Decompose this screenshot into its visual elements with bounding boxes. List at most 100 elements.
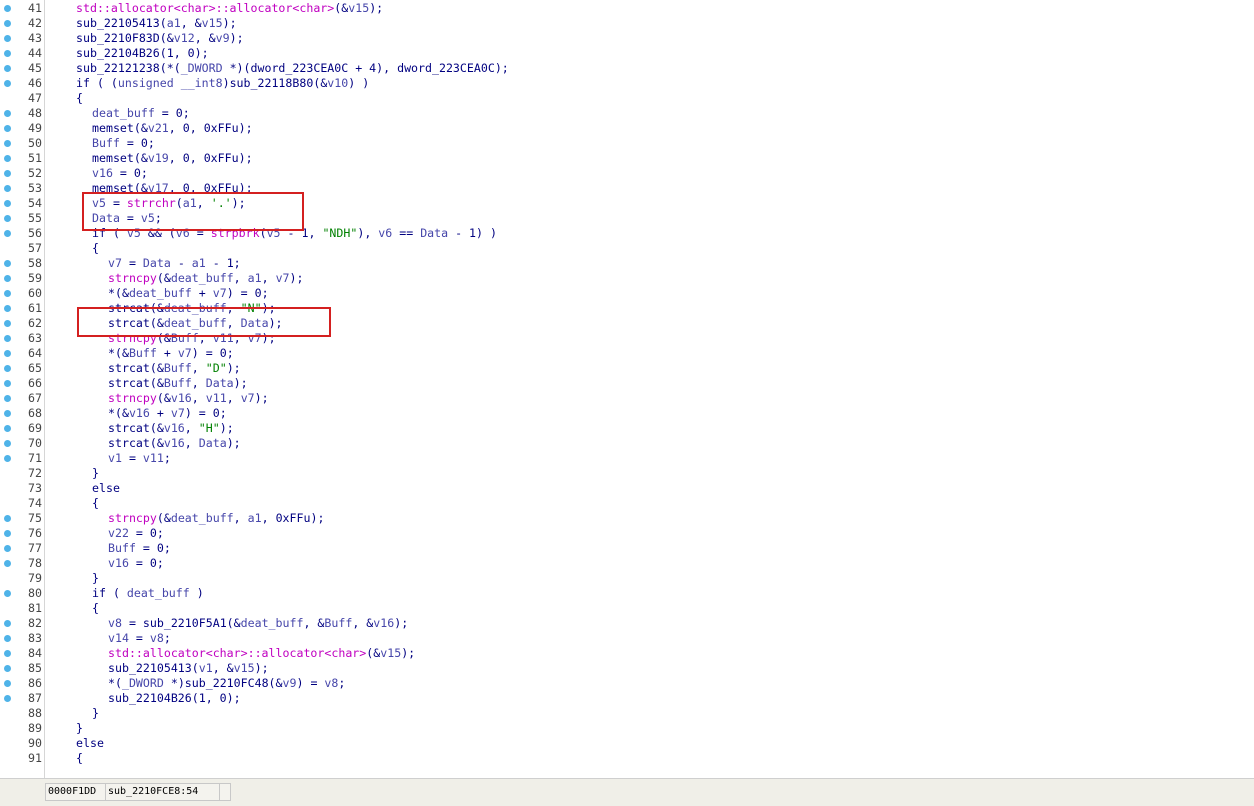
breakpoint-dot-icon[interactable] <box>4 320 11 327</box>
code-line[interactable]: 41 std::allocator<char>::allocator<char>(… <box>0 1 1254 16</box>
breakpoint-dot-icon[interactable] <box>4 650 11 657</box>
code-line[interactable]: 62 strcat(&deat_buff, Data); <box>0 316 1254 331</box>
code-line[interactable]: 47 { <box>0 91 1254 106</box>
code-line[interactable]: 81 { <box>0 601 1254 616</box>
breakpoint-dot-icon[interactable] <box>4 380 11 387</box>
code-token: , <box>226 316 241 330</box>
code-line[interactable]: 70 strcat(&v16, Data); <box>0 436 1254 451</box>
code-line[interactable]: 42 sub_22105413(a1, &v15); <box>0 16 1254 31</box>
code-line[interactable]: 68 *(&v16 + v7) = 0; <box>0 406 1254 421</box>
code-line[interactable]: 82 v8 = sub_2210F5A1(&deat_buff, &Buff, &… <box>0 616 1254 631</box>
breakpoint-dot-icon[interactable] <box>4 215 11 222</box>
breakpoint-dot-icon[interactable] <box>4 65 11 72</box>
breakpoint-dot-icon[interactable] <box>4 140 11 147</box>
breakpoint-dot-icon[interactable] <box>4 530 11 537</box>
breakpoint-dot-icon[interactable] <box>4 125 11 132</box>
code-line[interactable]: 88} <box>0 706 1254 721</box>
breakpoint-dot-icon[interactable] <box>4 560 11 567</box>
breakpoint-dot-icon[interactable] <box>4 410 11 417</box>
breakpoint-dot-icon[interactable] <box>4 50 11 57</box>
breakpoint-dot-icon[interactable] <box>4 185 11 192</box>
line-number: 87 <box>28 691 42 705</box>
code-line[interactable]: 45 sub_22121238(*(_DWORD *)(dword_223CEA0… <box>0 61 1254 76</box>
code-line[interactable]: 71 v1 = v11; <box>0 451 1254 466</box>
code-line[interactable]: 49 memset(&v21, 0, 0xFFu); <box>0 121 1254 136</box>
breakpoint-dot-icon[interactable] <box>4 620 11 627</box>
code-line[interactable]: 86 *(_DWORD *)sub_2210FC48(&v9) = v8; <box>0 676 1254 691</box>
code-line[interactable]: 72} <box>0 466 1254 481</box>
code-token: strpbrk <box>210 226 260 240</box>
code-line[interactable]: 55 Data = v5; <box>0 211 1254 226</box>
breakpoint-dot-icon[interactable] <box>4 440 11 447</box>
code-token: v5 <box>266 226 281 240</box>
breakpoint-dot-icon[interactable] <box>4 110 11 117</box>
breakpoint-dot-icon[interactable] <box>4 200 11 207</box>
code-line[interactable]: 79} <box>0 571 1254 586</box>
code-line[interactable]: 76 v22 = 0; <box>0 526 1254 541</box>
code-line[interactable]: 61 strcat(&deat_buff, "N"); <box>0 301 1254 316</box>
code-line[interactable]: 56 if ( v5 && (v6 = strpbrk(v5 - 1, "NDH"… <box>0 226 1254 241</box>
breakpoint-dot-icon[interactable] <box>4 290 11 297</box>
code-line[interactable]: 48 deat_buff = 0; <box>0 106 1254 121</box>
breakpoint-dot-icon[interactable] <box>4 590 11 597</box>
code-token: , & <box>212 661 234 675</box>
pseudocode-view[interactable]: 41 std::allocator<char>::allocator<char>(… <box>0 0 1254 778</box>
code-line[interactable]: 43 sub_2210F83D(&v12, &v9); <box>0 31 1254 46</box>
breakpoint-dot-icon[interactable] <box>4 305 11 312</box>
breakpoint-dot-icon[interactable] <box>4 170 11 177</box>
breakpoint-dot-icon[interactable] <box>4 260 11 267</box>
code-line[interactable]: 73 else <box>0 481 1254 496</box>
breakpoint-dot-icon[interactable] <box>4 335 11 342</box>
breakpoint-dot-icon[interactable] <box>4 665 11 672</box>
code-line[interactable]: 89} <box>0 721 1254 736</box>
code-line[interactable]: 52 v16 = 0; <box>0 166 1254 181</box>
code-line[interactable]: 69 strcat(&v16, "H"); <box>0 421 1254 436</box>
breakpoint-dot-icon[interactable] <box>4 545 11 552</box>
code-line[interactable]: 54 v5 = strrchr(a1, '.'); <box>0 196 1254 211</box>
code-line[interactable]: 51 memset(&v19, 0, 0xFFu); <box>0 151 1254 166</box>
code-line[interactable]: 58 v7 = Data - a1 - 1; <box>0 256 1254 271</box>
code-line[interactable]: 59 strncpy(&deat_buff, a1, v7); <box>0 271 1254 286</box>
code-line[interactable]: 64 *(&Buff + v7) = 0; <box>0 346 1254 361</box>
breakpoint-dot-icon[interactable] <box>4 455 11 462</box>
code-line[interactable]: 90 else <box>0 736 1254 751</box>
code-token: - <box>170 256 192 270</box>
code-line[interactable]: 91 { <box>0 751 1254 766</box>
breakpoint-dot-icon[interactable] <box>4 80 11 87</box>
breakpoint-dot-icon[interactable] <box>4 680 11 687</box>
breakpoint-dot-icon[interactable] <box>4 5 11 12</box>
code-line[interactable]: 85 sub_22105413(v1, &v15); <box>0 661 1254 676</box>
code-line[interactable]: 67 strncpy(&v16, v11, v7); <box>0 391 1254 406</box>
code-line[interactable]: 53 memset(&v17, 0, 0xFFu); <box>0 181 1254 196</box>
code-line[interactable]: 66 strcat(&Buff, Data); <box>0 376 1254 391</box>
breakpoint-dot-icon[interactable] <box>4 365 11 372</box>
breakpoint-dot-icon[interactable] <box>4 230 11 237</box>
code-line[interactable]: 83 v14 = v8; <box>0 631 1254 646</box>
code-text: if ( deat_buff ) <box>92 586 204 601</box>
breakpoint-dot-icon[interactable] <box>4 515 11 522</box>
code-line[interactable]: 78 v16 = 0; <box>0 556 1254 571</box>
code-line[interactable]: 44 sub_22104B26(1, 0); <box>0 46 1254 61</box>
breakpoint-dot-icon[interactable] <box>4 20 11 27</box>
breakpoint-dot-icon[interactable] <box>4 275 11 282</box>
breakpoint-dot-icon[interactable] <box>4 635 11 642</box>
code-line[interactable]: 87 sub_22104B26(1, 0); <box>0 691 1254 706</box>
code-line[interactable]: 65 strcat(&Buff, "D"); <box>0 361 1254 376</box>
code-line[interactable]: 84 std::allocator<char>::allocator<char>(… <box>0 646 1254 661</box>
breakpoint-dot-icon[interactable] <box>4 155 11 162</box>
breakpoint-dot-icon[interactable] <box>4 695 11 702</box>
breakpoint-dot-icon[interactable] <box>4 350 11 357</box>
code-line[interactable]: 77 Buff = 0; <box>0 541 1254 556</box>
code-line[interactable]: 50 Buff = 0; <box>0 136 1254 151</box>
breakpoint-dot-icon[interactable] <box>4 395 11 402</box>
code-line[interactable]: 57 { <box>0 241 1254 256</box>
code-line[interactable]: 75 strncpy(&deat_buff, a1, 0xFFu); <box>0 511 1254 526</box>
code-line[interactable]: 80 if ( deat_buff ) <box>0 586 1254 601</box>
breakpoint-dot-icon[interactable] <box>4 35 11 42</box>
breakpoint-dot-icon[interactable] <box>4 425 11 432</box>
code-line[interactable]: 60 *(&deat_buff + v7) = 0; <box>0 286 1254 301</box>
code-token: v16 <box>128 406 150 420</box>
code-line[interactable]: 46 if ( (unsigned __int8)sub_22118B80(&v1… <box>0 76 1254 91</box>
code-line[interactable]: 74 { <box>0 496 1254 511</box>
code-line[interactable]: 63 strncpy(&Buff, v11, v7); <box>0 331 1254 346</box>
